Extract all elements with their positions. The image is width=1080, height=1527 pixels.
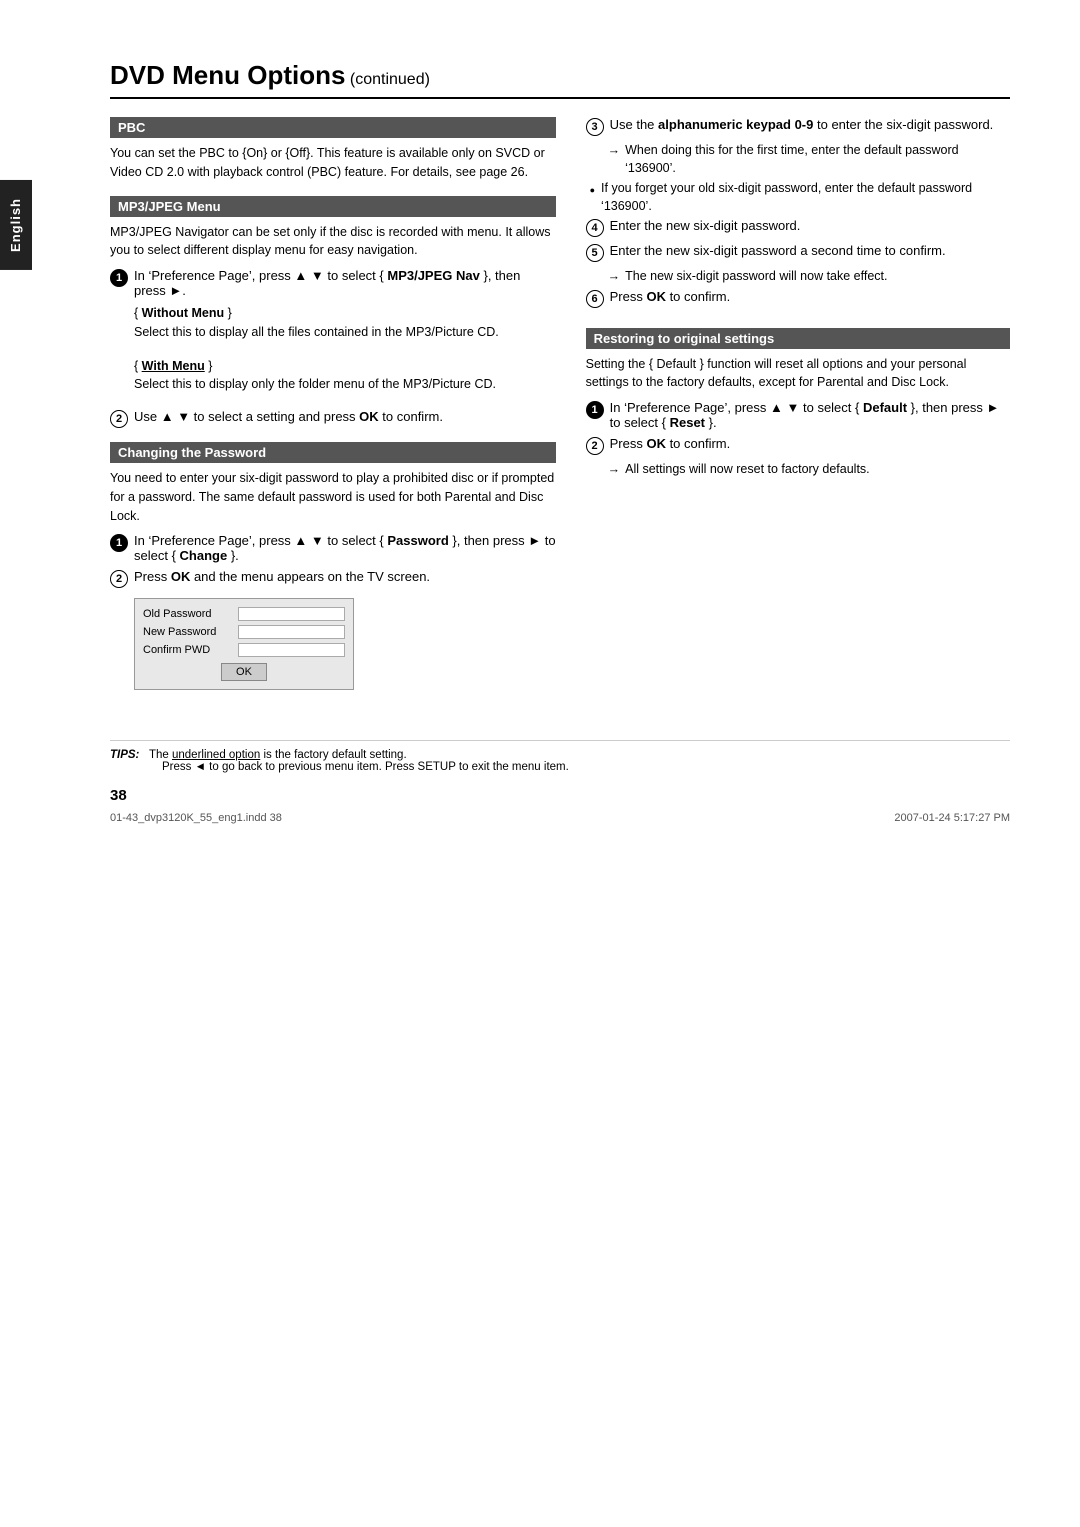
- password-step2: 2 Press OK and the menu appears on the T…: [110, 569, 556, 588]
- with-menu-block: { With Menu } Select this to display onl…: [134, 357, 556, 395]
- two-column-layout: PBC You can set the PBC to {On} or {Off}…: [110, 117, 1010, 700]
- pw-step2-circle: 2: [110, 570, 128, 588]
- without-menu-block: { Without Menu } Select this to display …: [134, 304, 556, 342]
- step2-circle: 2: [110, 410, 128, 428]
- page-number: 38: [110, 787, 1010, 804]
- dialog-ok-button[interactable]: OK: [221, 663, 267, 681]
- mp3jpeg-step2-text: Use ▲ ▼ to select a setting and press OK…: [134, 409, 443, 424]
- right-step4-text: Enter the new six-digit password.: [610, 218, 801, 233]
- without-menu-body: Select this to display all the files con…: [134, 323, 556, 342]
- mp3jpeg-step1: 1 In ‘Preference Page’, press ▲ ▼ to sel…: [110, 268, 556, 298]
- right-step6-text: Press OK to confirm.: [610, 289, 731, 304]
- right-step3-circle: 3: [586, 118, 604, 136]
- right-step5-text: Enter the new six-digit password a secon…: [610, 243, 946, 258]
- dialog-new-password-row: New Password: [143, 625, 345, 639]
- restore-step2-circle: 2: [586, 437, 604, 455]
- pw-step1-circle: 1: [110, 534, 128, 552]
- pw-step1-text: In ‘Preference Page’, press ▲ ▼ to selec…: [134, 533, 556, 563]
- pbc-body: You can set the PBC to {On} or {Off}. Th…: [110, 144, 556, 182]
- restore-step1-circle: 1: [586, 401, 604, 419]
- with-menu-label: { With Menu }: [134, 357, 556, 376]
- main-content: DVD Menu Options (continued) PBC You can…: [110, 60, 1010, 824]
- dialog-confirm-pwd-input: [238, 643, 345, 657]
- right-step3-arrow1: When doing this for the first time, ente…: [608, 142, 1010, 177]
- restore-step2: 2 Press OK to confirm.: [586, 436, 1010, 455]
- right-column: 3 Use the alphanumeric keypad 0-9 to ent…: [586, 117, 1010, 700]
- mp3jpeg-step1-text: In ‘Preference Page’, press ▲ ▼ to selec…: [134, 268, 556, 298]
- footer-file: 01-43_dvp3120K_55_eng1.indd 38 2007-01-2…: [110, 812, 1010, 824]
- mp3jpeg-step2: 2 Use ▲ ▼ to select a setting and press …: [110, 409, 556, 428]
- dialog-ok-area: OK: [143, 663, 345, 681]
- step1-circle: 1: [110, 269, 128, 287]
- right-step3-bullet: If you forget your old six-digit passwor…: [590, 180, 1010, 215]
- footer-file-left: 01-43_dvp3120K_55_eng1.indd 38: [110, 812, 282, 824]
- dialog-old-password-row: Old Password: [143, 607, 345, 621]
- restore-body: Setting the { Default } function will re…: [586, 355, 1010, 393]
- password-header: Changing the Password: [110, 442, 556, 463]
- dialog-new-password-label: New Password: [143, 626, 238, 638]
- english-tab: English: [0, 180, 32, 270]
- right-step5: 5 Enter the new six-digit password a sec…: [586, 243, 1010, 262]
- dialog-old-password-label: Old Password: [143, 608, 238, 620]
- right-step3: 3 Use the alphanumeric keypad 0-9 to ent…: [586, 117, 1010, 136]
- dialog-confirm-pwd-label: Confirm PWD: [143, 644, 238, 656]
- pbc-header: PBC: [110, 117, 556, 138]
- right-step4: 4 Enter the new six-digit password.: [586, 218, 1010, 237]
- page: English DVD Menu Options (continued) PBC…: [0, 0, 1080, 1527]
- tips-line2: Press ◄ to go back to previous menu item…: [162, 761, 1010, 773]
- password-dialog: Old Password New Password Confirm PWD OK: [134, 598, 354, 690]
- footer-tips: TIPS: The underlined option is the facto…: [110, 740, 1010, 773]
- right-step6-circle: 6: [586, 290, 604, 308]
- restore-step1: 1 In ‘Preference Page’, press ▲ ▼ to sel…: [586, 400, 1010, 430]
- right-step5-arrow: The new six-digit password will now take…: [608, 268, 1010, 286]
- without-menu-label: { Without Menu }: [134, 304, 556, 323]
- dialog-new-password-input: [238, 625, 345, 639]
- mp3jpeg-body: MP3/JPEG Navigator can be set only if th…: [110, 223, 556, 261]
- with-menu-body: Select this to display only the folder m…: [134, 375, 556, 394]
- restore-step2-arrow: All settings will now reset to factory d…: [608, 461, 1010, 479]
- page-title: DVD Menu Options (continued): [110, 60, 1010, 99]
- dialog-old-password-input: [238, 607, 345, 621]
- dialog-confirm-pwd-row: Confirm PWD: [143, 643, 345, 657]
- tips-label: TIPS:: [110, 749, 139, 761]
- restore-step2-text: Press OK to confirm.: [610, 436, 731, 451]
- mp3jpeg-header: MP3/JPEG Menu: [110, 196, 556, 217]
- password-step1: 1 In ‘Preference Page’, press ▲ ▼ to sel…: [110, 533, 556, 563]
- password-body: You need to enter your six-digit passwor…: [110, 469, 556, 525]
- right-step6: 6 Press OK to confirm.: [586, 289, 1010, 308]
- right-step4-circle: 4: [586, 219, 604, 237]
- footer-file-right: 2007-01-24 5:17:27 PM: [894, 812, 1010, 824]
- tips-line1-suffix: is the factory default setting.: [260, 749, 406, 761]
- tips-line1-prefix: The: [149, 749, 172, 761]
- right-step3-text: Use the alphanumeric keypad 0-9 to enter…: [610, 117, 994, 132]
- restore-header: Restoring to original settings: [586, 328, 1010, 349]
- restore-step1-text: In ‘Preference Page’, press ▲ ▼ to selec…: [610, 400, 1010, 430]
- right-step5-circle: 5: [586, 244, 604, 262]
- tips-underlined-option: underlined option: [172, 749, 260, 761]
- tips-line1: TIPS: The underlined option is the facto…: [110, 749, 1010, 761]
- pw-step2-text: Press OK and the menu appears on the TV …: [134, 569, 430, 584]
- left-column: PBC You can set the PBC to {On} or {Off}…: [110, 117, 556, 700]
